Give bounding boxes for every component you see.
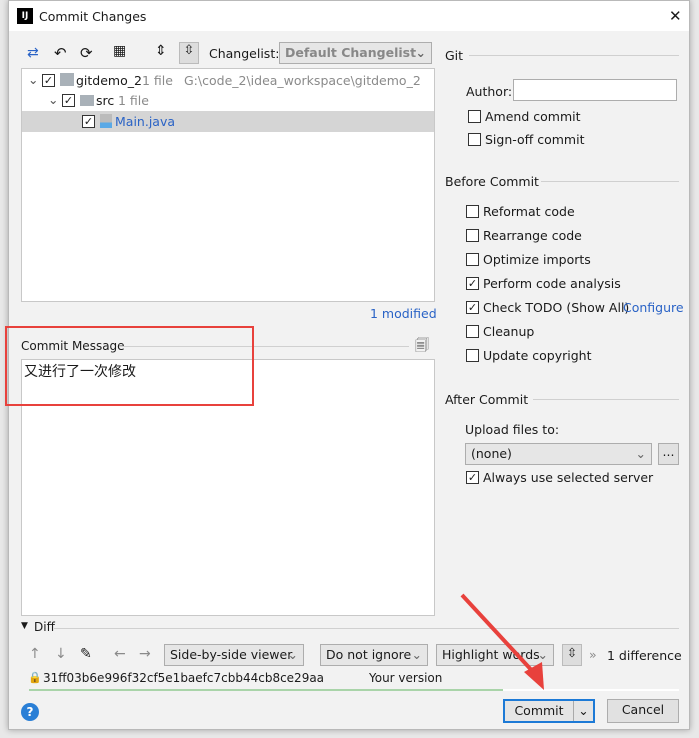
- annotation-arrow: [460, 593, 544, 690]
